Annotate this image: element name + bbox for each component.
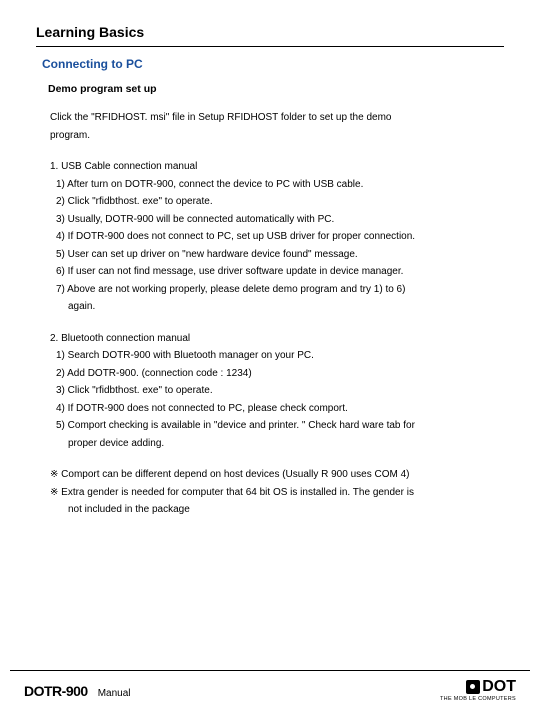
- list-item-cont: proper device adding.: [50, 435, 504, 453]
- list-item: 2) Click "rfidbthost. exe" to operate.: [50, 193, 504, 211]
- brand-logo: DOT THE MOB LE COMPUTERS: [440, 679, 516, 703]
- list-item: 3) Usually, DOTR-900 will be connected a…: [50, 211, 504, 229]
- list-item-cont: again.: [50, 298, 504, 316]
- section-heading: Demo program set up: [48, 83, 504, 95]
- list-item: 2) Add DOTR-900. (connection code : 1234…: [50, 365, 504, 383]
- usb-heading: 1. USB Cable connection manual: [50, 158, 504, 176]
- page-title: Learning Basics: [36, 24, 504, 40]
- logo-icon: [466, 680, 480, 694]
- list-item: 5) Comport checking is available in "dev…: [50, 417, 504, 435]
- list-item: 4) If DOTR-900 does not connect to PC, s…: [50, 228, 504, 246]
- footer-manual: Manual: [98, 688, 131, 699]
- footer-rule: [10, 670, 530, 671]
- footer: DOTR-900 Manual DOT THE MOB LE COMPUTERS: [0, 670, 540, 720]
- list-item: 7) Above are not working properly, pleas…: [50, 281, 504, 299]
- note-line: ※ Extra gender is needed for computer th…: [50, 484, 504, 502]
- subtitle: Connecting to PC: [42, 57, 504, 71]
- body-text: Click the "RFIDHOST. msi" file in Setup …: [50, 109, 504, 519]
- list-item: 4) If DOTR-900 does not connected to PC,…: [50, 400, 504, 418]
- bt-heading: 2. Bluetooth connection manual: [50, 330, 504, 348]
- footer-model: DOTR-900: [24, 683, 88, 699]
- intro-line: Click the "RFIDHOST. msi" file in Setup …: [50, 109, 504, 127]
- title-rule: [36, 46, 504, 47]
- list-item: 3) Click "rfidbthost. exe" to operate.: [50, 382, 504, 400]
- list-item: 5) User can set up driver on "new hardwa…: [50, 246, 504, 264]
- list-item: 6) If user can not find message, use dri…: [50, 263, 504, 281]
- list-item: 1) Search DOTR-900 with Bluetooth manage…: [50, 347, 504, 365]
- brand-name: DOT: [482, 679, 516, 695]
- note-line: ※ Comport can be different depend on hos…: [50, 466, 504, 484]
- intro-line: program.: [50, 127, 504, 145]
- brand-tagline: THE MOB LE COMPUTERS: [440, 697, 516, 703]
- note-line-cont: not included in the package: [50, 501, 504, 519]
- list-item: 1) After turn on DOTR-900, connect the d…: [50, 176, 504, 194]
